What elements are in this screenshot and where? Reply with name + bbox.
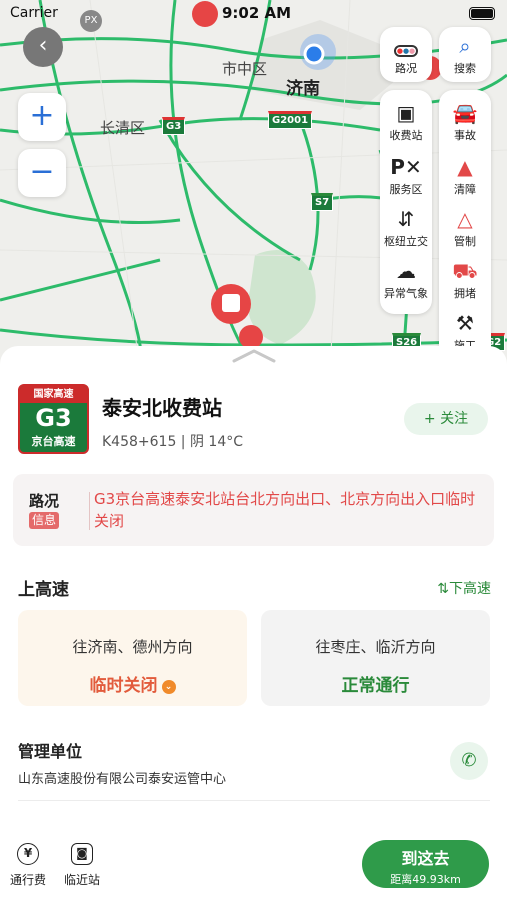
congestion-cars-icon: ⛟ — [452, 259, 478, 283]
highway-badge: 国家高速 G3 京台高速 — [18, 384, 89, 454]
px-logo-marker: PX — [80, 10, 102, 32]
road-status-label: 路况 — [395, 62, 417, 75]
layer-label: 服务区 — [389, 183, 423, 196]
highway-badge-name: 京台高速 — [31, 435, 76, 448]
navigate-here-button[interactable]: 到这去 距离49.93km — [362, 840, 489, 888]
switch-to-exit-link[interactable]: ⇅下高速 — [437, 578, 491, 598]
management-title: 管理单位 — [18, 742, 83, 761]
layer-service-area[interactable]: P✕ 服务区 — [379, 154, 433, 197]
search-button[interactable]: ⌕ 搜索 — [438, 33, 492, 76]
switch-label: 下高速 — [449, 581, 491, 597]
warning-triangle-icon: ▲ — [457, 155, 473, 179]
sheet-handle-chevron-icon[interactable] — [231, 348, 277, 364]
map-label-jinan: 济南 — [286, 79, 320, 99]
layer-label: 异常气象 — [384, 287, 428, 300]
layer-accident[interactable]: 🚘 事故 — [438, 100, 492, 143]
layer-interchange[interactable]: ⇵ 枢纽立交 — [379, 206, 433, 249]
station-location-weather: K458+615 | 阴 14°C — [102, 434, 244, 450]
nearby-station-icon: ◙ — [71, 843, 93, 865]
direction-status: 正常通行 — [341, 676, 410, 696]
highway-shield-s7: S7 — [311, 193, 334, 211]
layer-label: 清障 — [454, 183, 476, 196]
toll-fee-label: 通行费 — [9, 873, 46, 887]
layer-control[interactable]: △ 管制 — [438, 206, 492, 249]
event-layer-panel: 🚘 事故 ▲ 清障 △ 管制 ⛟ 拥堵 ⚒ 施工 — [439, 90, 491, 360]
carrier-label: Carrier — [10, 5, 58, 21]
swap-arrows-icon: ⇅ — [437, 581, 449, 597]
chevron-left-icon: ‹ — [38, 33, 48, 58]
entrance-section-title: 上高速 — [18, 580, 69, 600]
traffic-dots-icon: ●●● — [379, 33, 433, 59]
distance-label: 距离49.93km — [390, 873, 461, 886]
chevron-down-icon[interactable]: ⌄ — [161, 680, 176, 694]
layer-label: 事故 — [454, 129, 476, 142]
map-label-shizhong: 市中区 — [222, 60, 268, 78]
highway-shield-g3: G3 — [162, 117, 186, 135]
notice-message: G3京台高速泰安北站台北方向出口、北京方向出入口临时关闭 — [94, 490, 476, 530]
status-bar: Carrier 9:02 AM — [0, 0, 507, 28]
yen-icon: ¥ — [17, 843, 39, 865]
traffic-cone-icon: △ — [457, 207, 473, 231]
layer-abnormal-weather[interactable]: ☁ 异常气象 — [379, 258, 433, 301]
navigate-label: 到这去 — [401, 849, 450, 868]
notice-tag: 信息 — [29, 512, 60, 529]
layer-clearance[interactable]: ▲ 清障 — [438, 154, 492, 197]
nearby-station-label: 临近站 — [63, 873, 100, 887]
zoom-out-button[interactable]: − — [18, 149, 66, 197]
search-label: 搜索 — [454, 62, 476, 75]
map-view[interactable]: Carrier 9:02 AM ‹ PX 市中区 济南 长清区 G3 G2001… — [0, 0, 507, 370]
zoom-in-button[interactable]: + — [18, 93, 66, 141]
road-notice-card[interactable]: 路况 信息 G3京台高速泰安北站台北方向出口、北京方向出入口临时关闭 — [13, 474, 494, 546]
direction-card-zaozhuang[interactable]: 往枣庄、临沂方向 正常通行 — [261, 610, 490, 706]
road-status-button[interactable]: ●●● 路况 — [379, 33, 433, 76]
direction-status: 临时关闭 — [89, 676, 158, 696]
service-area-icon: P✕ — [390, 155, 422, 179]
layer-congestion[interactable]: ⛟ 拥堵 — [438, 258, 492, 301]
map-label-changqing: 长清区 — [100, 119, 146, 137]
clock: 9:02 AM — [222, 4, 292, 22]
interchange-icon: ⇵ — [397, 207, 415, 231]
search-panel: ⌕ 搜索 — [439, 27, 491, 82]
notice-divider — [89, 492, 90, 530]
management-name: 山东高速股份有限公司泰安运管中心 — [18, 772, 227, 787]
layer-label: 收费站 — [389, 129, 423, 142]
road-status-panel: ●●● 路况 — [380, 27, 432, 82]
phone-icon: ✆ — [461, 750, 477, 771]
toll-fee-button[interactable]: ¥ 通行费 — [3, 843, 53, 888]
notice-title: 路况 — [29, 492, 60, 510]
follow-button[interactable]: + 关注 — [404, 403, 488, 435]
toll-station-icon: ▣ — [396, 101, 416, 125]
layer-label: 管制 — [454, 235, 476, 248]
nearby-station-button[interactable]: ◙ 临近站 — [57, 843, 107, 888]
facility-layer-panel: ▣ 收费站 P✕ 服务区 ⇵ 枢纽立交 ☁ 异常气象 — [380, 90, 432, 314]
layer-label: 拥堵 — [454, 287, 476, 300]
construction-worker-icon: ⚒ — [456, 311, 474, 335]
direction-card-jinan[interactable]: 往济南、德州方向 临时关闭 ⌄ — [18, 610, 247, 706]
divider — [18, 800, 490, 801]
station-detail-sheet: 国家高速 G3 京台高速 泰安北收费站 K458+615 | 阴 14°C + … — [0, 346, 507, 900]
cloud-alert-icon: ☁ — [396, 259, 416, 283]
direction-destination: 往枣庄、临沂方向 — [315, 638, 436, 656]
highway-badge-top: 国家高速 — [20, 386, 87, 403]
search-icon: ⌕ — [459, 34, 471, 58]
station-title: 泰安北收费站 — [102, 396, 222, 420]
direction-destination: 往济南、德州方向 — [72, 638, 193, 656]
layer-toll-station[interactable]: ▣ 收费站 — [379, 100, 433, 143]
layer-label: 枢纽立交 — [384, 235, 428, 248]
car-crash-icon: 🚘 — [452, 101, 478, 125]
call-button[interactable]: ✆ — [450, 742, 488, 780]
battery-icon — [469, 7, 495, 20]
highway-shield-g2001: G2001 — [268, 111, 313, 129]
highway-badge-code: G3 — [35, 404, 72, 432]
back-button[interactable]: ‹ — [23, 27, 63, 67]
